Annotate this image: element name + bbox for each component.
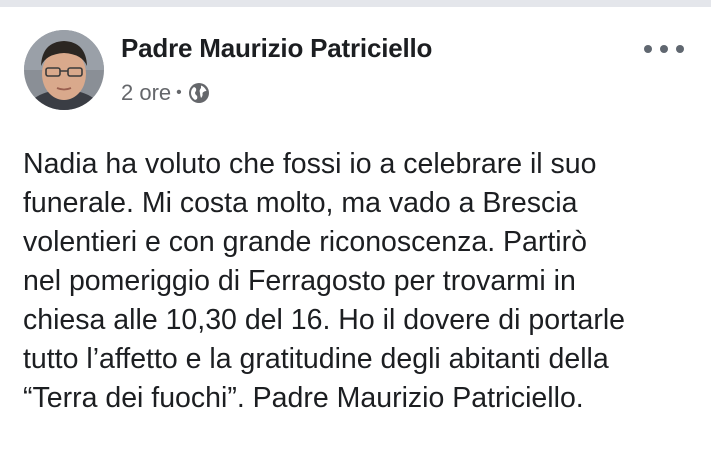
avatar-image [24,30,104,110]
more-options-dot [676,45,684,53]
post-meta: 2 ore • [121,79,210,107]
avatar[interactable] [24,30,104,110]
post-text-line: Nadia ha voluto che fossi io a celebrare… [23,148,597,180]
globe-icon[interactable] [188,82,210,104]
more-options-button[interactable] [644,39,684,59]
post-text-line: “Terra dei fuochi”. Padre Maurizio Patri… [23,382,584,414]
post-author-name[interactable]: Padre Maurizio Patriciello [121,33,432,64]
post-text-line: funerale. Mi costa molto, ma vado a Bres… [23,187,578,219]
post-timestamp[interactable]: 2 ore [121,80,171,106]
post-text-line: nel pomeriggio di Ferragosto per trovarm… [23,265,576,297]
more-options-icon [644,45,652,53]
facebook-post: Padre Maurizio Patriciello 2 ore • Nadia… [0,7,711,451]
top-divider [0,0,711,7]
post-text-line: chiesa alle 10,30 del 16. Ho il dovere d… [23,304,626,336]
post-text: Nadia ha voluto che fossi io a celebrare… [23,145,705,418]
more-options-dot [660,45,668,53]
post-text-line: volentieri e con grande riconoscenza. Pa… [23,226,587,258]
post-text-line: tutto l’affetto e la gratitudine degli a… [23,343,609,375]
meta-separator: • [176,84,182,101]
